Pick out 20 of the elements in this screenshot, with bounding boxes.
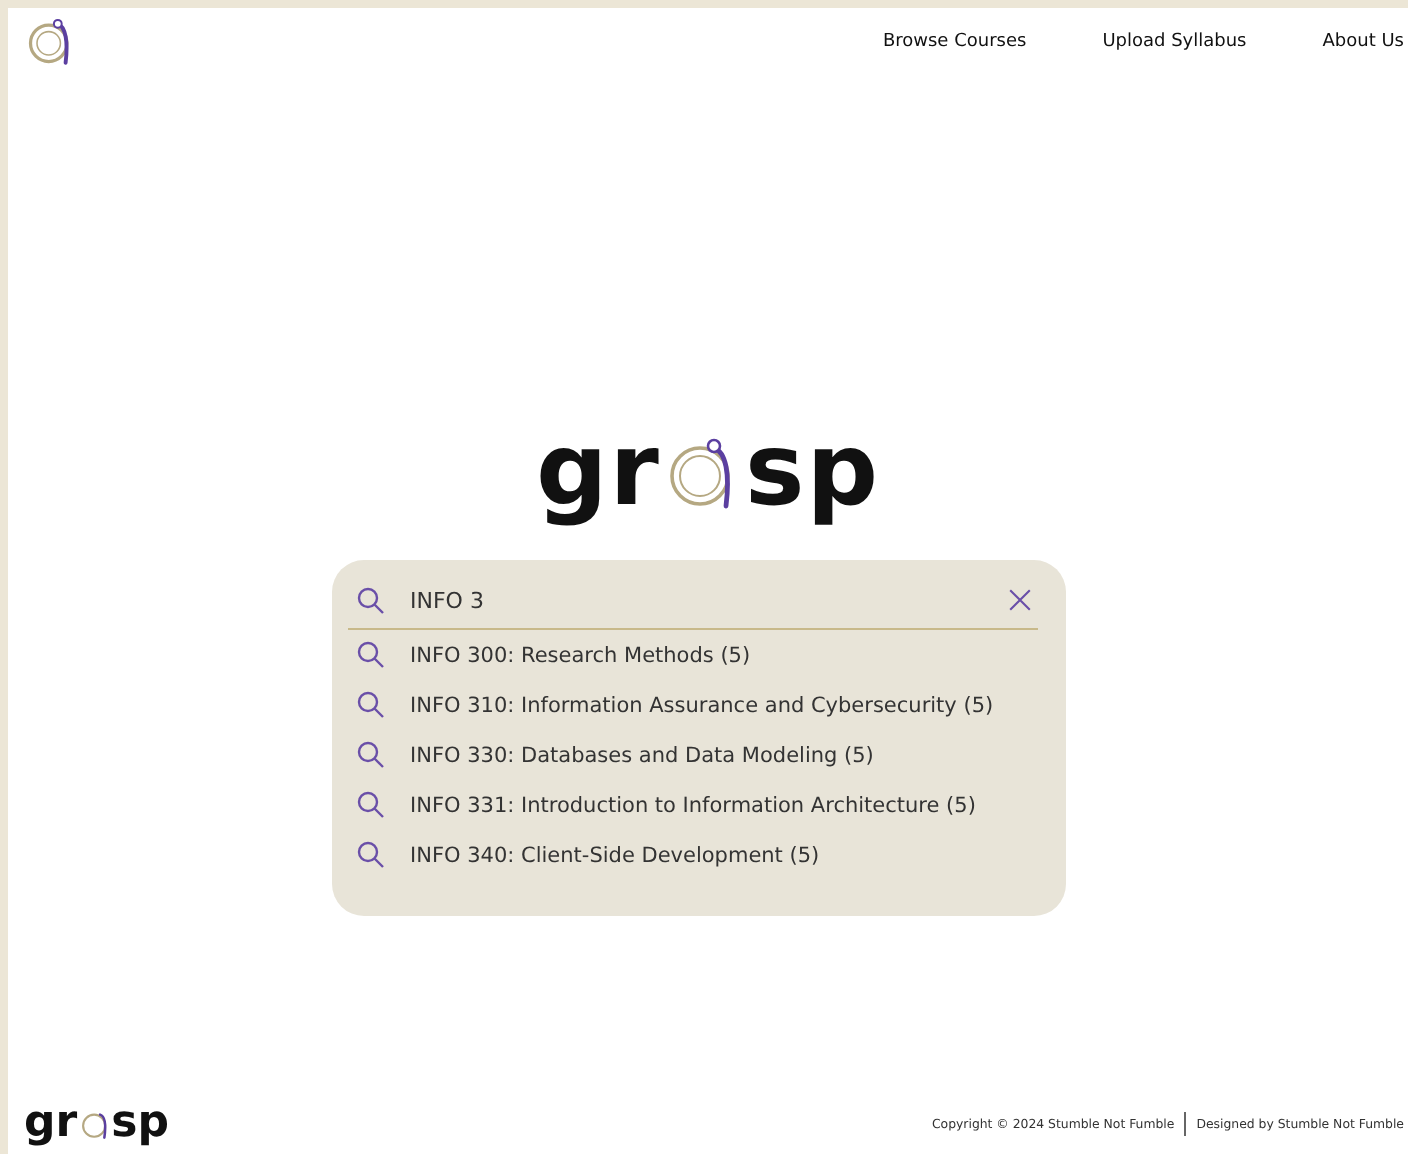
suggestion-item[interactable]: INFO 331: Introduction to Information Architecture (5) xyxy=(348,780,1038,830)
suggestion-item[interactable]: INFO 300: Research Methods (5) xyxy=(348,630,1038,680)
close-icon[interactable] xyxy=(1006,586,1034,614)
logo-text: gr xyxy=(24,1100,78,1148)
search-icon xyxy=(356,740,386,770)
logo-text: gr xyxy=(535,416,661,524)
nav-link[interactable]: Upload Syllabus xyxy=(1102,32,1247,52)
logo-text: sp xyxy=(744,416,880,524)
search-icon xyxy=(356,840,386,870)
search-icon xyxy=(356,640,386,670)
search-icon xyxy=(356,585,386,615)
search-icon xyxy=(356,690,386,720)
suggestion-item[interactable]: INFO 330: Databases and Data Modeling (5) xyxy=(348,730,1038,780)
search-field[interactable]: INFO 3 xyxy=(410,587,982,613)
suggestion-item[interactable]: INFO 340: Client-Side Development (5) xyxy=(348,830,1038,880)
nav-link[interactable]: About Us xyxy=(1322,32,1404,52)
nav-link[interactable]: Browse Courses xyxy=(882,32,1027,52)
logo-text: sp xyxy=(111,1100,169,1148)
suggestion-item[interactable]: INFO 310: Information Assurance and Cybersecurity (5) xyxy=(348,680,1038,730)
search-icon xyxy=(356,790,386,820)
